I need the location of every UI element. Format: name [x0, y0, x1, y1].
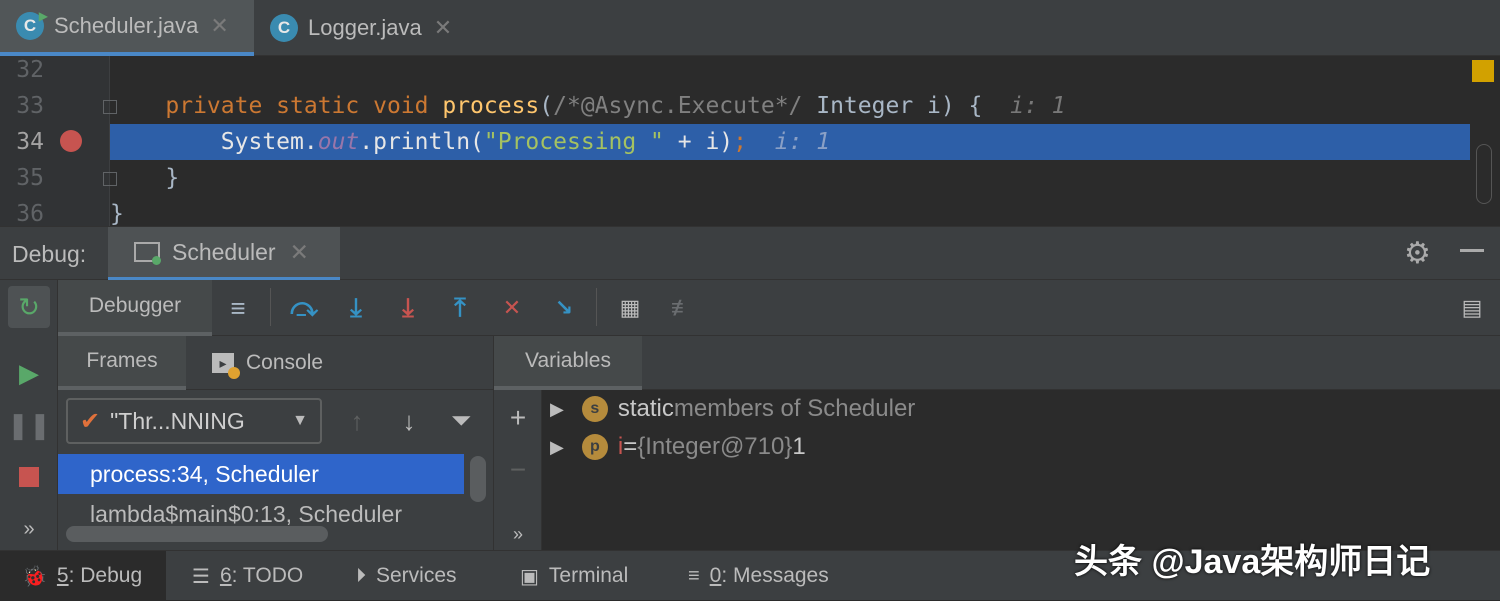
run-marker-icon: ▶: [38, 9, 48, 23]
debug-label: Debug:: [12, 241, 87, 267]
trace-icon[interactable]: ≢: [664, 290, 700, 326]
thread-selector-value: "Thr...NNING: [110, 407, 245, 434]
tab-label: Logger.java: [308, 15, 422, 40]
console-run-icon: [134, 242, 161, 265]
close-icon[interactable]: ✕: [434, 15, 452, 41]
editor-scrollbar[interactable]: [1476, 144, 1492, 204]
toolbar-separator: [270, 288, 271, 326]
variables-tab-bar: Variables: [494, 336, 1500, 390]
stop-icon[interactable]: [8, 456, 50, 498]
java-class-icon: C ▶: [16, 9, 48, 40]
watermark: 头条 @Java架构师日记: [1074, 543, 1431, 581]
arrow-down-icon[interactable]: ↓: [392, 402, 426, 440]
show-execution-point-icon[interactable]: ≡: [220, 290, 256, 326]
more-icon[interactable]: »: [502, 518, 534, 550]
more-icon[interactable]: »: [8, 508, 50, 550]
toolbar-separator: [596, 288, 597, 326]
variables-panel: Variables + − » ▶ s static members of Sc…: [494, 336, 1500, 550]
minimize-icon[interactable]: [1460, 249, 1484, 252]
variable-row-i[interactable]: ▶ p i = {Integer@710} 1: [550, 428, 806, 466]
warning-marker[interactable]: [1472, 60, 1494, 82]
frames-panel: Frames ▸ Console ✔ "Thr...NNING ▼ ↑ ↓ ⏷ …: [58, 336, 494, 550]
evaluate-expression-icon[interactable]: ▦: [612, 290, 648, 326]
line-number: 33: [16, 93, 44, 119]
terminal-icon: ▣: [520, 565, 539, 588]
tab-console-label: Console: [246, 351, 324, 374]
close-icon[interactable]: ✕: [290, 239, 309, 266]
tab-scheduler-java[interactable]: C ▶ Scheduler.java ✕: [0, 0, 254, 56]
run-to-cursor-icon[interactable]: ↘: [546, 290, 582, 326]
frames-tab-bar: Frames ▸ Console: [58, 336, 494, 390]
services-icon: ⏵: [356, 564, 366, 587]
resume-icon[interactable]: ▶: [8, 352, 50, 394]
tab-debugger[interactable]: Debugger: [58, 280, 212, 336]
toolwindow-debug[interactable]: 🐞 5: Debug: [0, 551, 166, 601]
bug-icon: 🐞: [22, 565, 47, 588]
expand-arrow-icon[interactable]: ▶: [550, 399, 564, 420]
debugger-toolbar: Debugger ≡ ⤼ ⤓ ⤓ ⤒ ✕ ↘ ▦ ≢ ▤: [58, 280, 1500, 336]
tab-label: Scheduler.java: [54, 13, 199, 38]
editor-gutter[interactable]: 32 33 34 35 36: [0, 56, 117, 227]
code-line-33[interactable]: private static void process(/*@Async.Exe…: [110, 88, 1470, 124]
line-number: 35: [16, 165, 44, 191]
code-line-34-current[interactable]: System.out.println("Processing " + i); i…: [110, 124, 1470, 160]
tab-frames[interactable]: Frames: [58, 336, 186, 390]
expand-arrow-icon[interactable]: ▶: [550, 437, 564, 458]
pause-icon[interactable]: ❚❚: [7, 404, 51, 446]
checkmark-icon: ✔: [80, 407, 101, 435]
toolwindow-services[interactable]: ⏵ Services: [356, 551, 457, 601]
code-line-35[interactable]: }: [110, 160, 1470, 196]
parameter-badge-icon: p: [581, 434, 608, 460]
debug-side-toolbar: ↻ ▶ ❚❚ »: [0, 280, 58, 550]
thread-selector[interactable]: ✔ "Thr...NNING ▼: [66, 398, 322, 444]
console-icon: ▸: [212, 353, 240, 379]
add-watch-icon[interactable]: +: [502, 402, 534, 434]
inline-value-hint: i: 1: [1010, 93, 1066, 119]
session-tab-label: Scheduler: [172, 238, 276, 265]
static-badge-icon: s: [581, 396, 608, 422]
code-editor[interactable]: 32 33 34 35 36 private static void proce…: [0, 56, 1500, 227]
breakpoint-icon[interactable]: [60, 130, 82, 152]
toolwindow-terminal[interactable]: ▣ Terminal: [520, 551, 628, 601]
list-icon: ☰: [192, 565, 210, 588]
tab-logger-java[interactable]: C Logger.java ✕: [254, 0, 480, 56]
rerun-icon[interactable]: ↻: [8, 286, 50, 328]
step-into-icon[interactable]: ⤓: [338, 290, 374, 326]
debug-tool-window-header: Debug: Scheduler ✕ ⚙: [0, 226, 1500, 281]
arrow-up-icon[interactable]: ↑: [340, 402, 374, 440]
drop-frame-icon[interactable]: ✕: [494, 290, 530, 326]
filter-icon[interactable]: ⏷: [444, 402, 478, 440]
toolwindow-messages[interactable]: ≡ 0: Messages: [688, 551, 829, 601]
frame-list-hscrollbar[interactable]: [66, 526, 328, 542]
frame-row[interactable]: process:34, Scheduler: [58, 454, 464, 494]
tab-variables[interactable]: Variables: [494, 336, 642, 390]
java-class-icon: C: [270, 14, 298, 42]
force-step-into-icon[interactable]: ⤓: [390, 290, 426, 326]
tab-console[interactable]: ▸ Console: [212, 336, 323, 390]
debug-session-tab[interactable]: Scheduler ✕: [108, 227, 340, 281]
line-number: 34: [16, 129, 44, 155]
line-number: 32: [16, 57, 44, 83]
inline-value-hint: i: 1: [774, 129, 831, 155]
variables-toolbar: + − »: [494, 390, 542, 550]
close-icon[interactable]: ✕: [210, 13, 228, 39]
remove-watch-icon[interactable]: −: [502, 454, 534, 486]
messages-icon: ≡: [688, 564, 700, 587]
editor-tab-bar: C ▶ Scheduler.java ✕ C Logger.java ✕: [0, 0, 1500, 56]
step-out-icon[interactable]: ⤒: [442, 290, 478, 326]
variable-row-static[interactable]: ▶ s static members of Scheduler: [550, 390, 915, 428]
frame-list-scrollbar[interactable]: [470, 456, 486, 502]
toolwindow-todo[interactable]: ☰ 6: TODO: [192, 551, 303, 601]
layout-settings-icon[interactable]: ▤: [1454, 290, 1490, 326]
chevron-down-icon: ▼: [292, 412, 308, 429]
step-over-icon[interactable]: ⤼: [286, 290, 322, 326]
gear-icon[interactable]: ⚙: [1404, 236, 1431, 271]
